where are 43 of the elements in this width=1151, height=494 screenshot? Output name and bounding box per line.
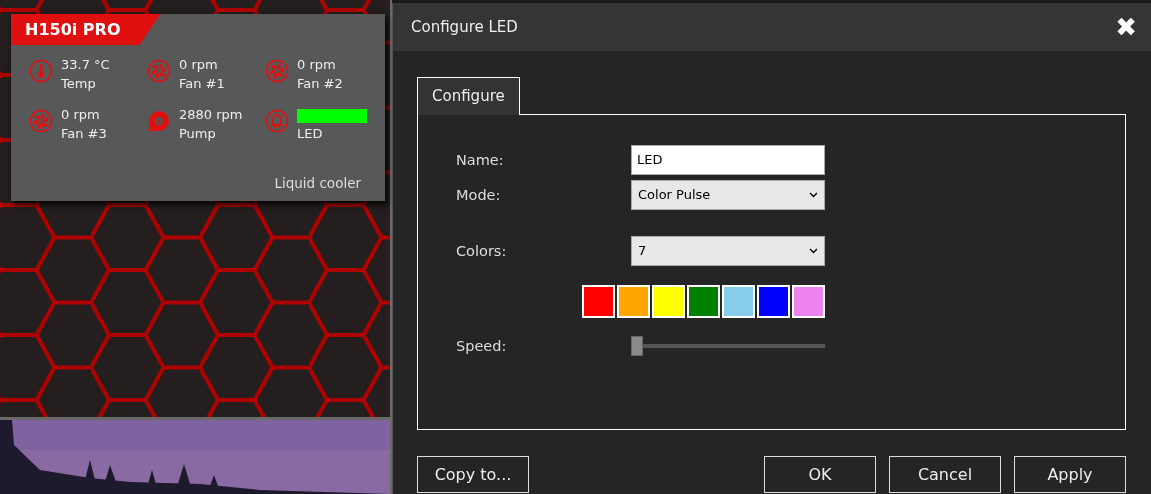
slider-thumb[interactable]	[631, 335, 643, 356]
color-swatch[interactable]	[617, 285, 650, 318]
fan-icon	[265, 59, 289, 83]
fan-icon	[147, 59, 171, 83]
sensor-label: Temp	[61, 75, 97, 93]
fan-icon	[29, 109, 53, 133]
sensor-value: 0 rpm	[297, 56, 337, 74]
color-swatch[interactable]	[687, 285, 720, 318]
color-swatch[interactable]	[582, 285, 615, 318]
sensor-label: Fan #1	[179, 75, 225, 93]
field-label: Name:	[456, 151, 505, 168]
sensor-label: Pump	[179, 125, 217, 143]
dropdown[interactable]: Color Pulse	[631, 179, 825, 210]
caret-icon	[809, 191, 818, 198]
dialog-title: Configure LED	[411, 18, 518, 36]
close-button[interactable]: ✖	[1111, 12, 1141, 42]
field-label: Speed:	[456, 337, 508, 354]
field-label: Colors:	[456, 242, 508, 259]
sensor-label: Fan #2	[297, 75, 343, 93]
color-swatch[interactable]	[757, 285, 790, 318]
sensor-value: 0 rpm	[61, 106, 101, 124]
tab[interactable]: Configure	[417, 77, 520, 115]
dialog-button[interactable]: OK	[764, 456, 876, 493]
dialog-button[interactable]: Copy to...	[417, 456, 529, 493]
dropdown[interactable]: 7	[631, 235, 825, 266]
sensor-value: 0 rpm	[179, 56, 219, 74]
sensor-label: Fan #3	[61, 125, 107, 143]
card-title: H150i PRO	[11, 14, 161, 45]
light-bulb-icon	[265, 109, 289, 133]
dialog-button[interactable]: Apply	[1014, 456, 1126, 493]
sensor-value: 2880 rpm	[179, 106, 243, 124]
pump-icon	[147, 109, 171, 133]
field-label: Mode:	[456, 186, 502, 203]
color-swatch[interactable]	[652, 285, 685, 318]
sensor-label: LED	[297, 125, 324, 143]
device-type-label: Liquid cooler	[274, 175, 361, 191]
name-input[interactable]: LED	[631, 144, 825, 175]
color-swatch[interactable]	[792, 285, 825, 318]
caret-icon	[809, 247, 818, 254]
thermometer-icon	[29, 59, 53, 83]
sensor-value: 33.7 °C	[61, 56, 110, 74]
color-swatch[interactable]	[722, 285, 755, 318]
dialog-button[interactable]: Cancel	[889, 456, 1001, 493]
